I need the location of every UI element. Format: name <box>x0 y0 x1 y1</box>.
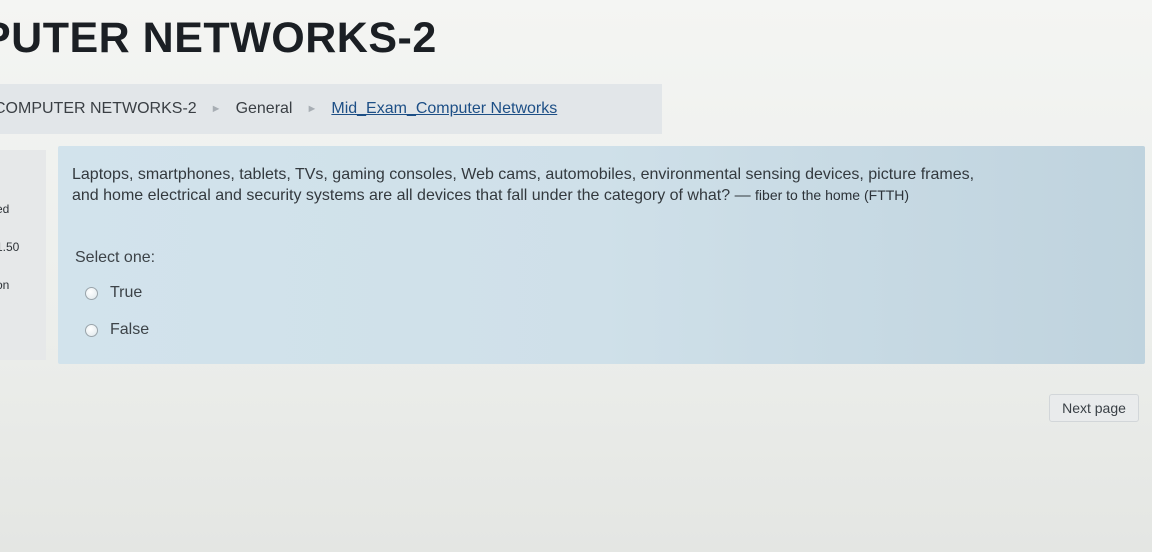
option-true[interactable]: True <box>85 284 142 302</box>
breadcrumb-quiz-link[interactable]: Mid_Exam_Computer Networks <box>331 100 557 118</box>
question-text-line-2: and home electrical and security systems… <box>72 187 731 204</box>
question-answer-note: fiber to the home (FTTH) <box>755 187 910 203</box>
option-false[interactable]: False <box>85 321 149 339</box>
question-text-line-1: Laptops, smartphones, tablets, TVs, gami… <box>72 166 975 183</box>
breadcrumb-separator-icon: ► <box>210 103 222 115</box>
select-one-label: Select one: <box>75 249 156 266</box>
question-text: Laptops, smartphones, tablets, TVs, gami… <box>72 164 1132 206</box>
breadcrumb: COMPUTER NETWORKS-2 ► General ► Mid_Exam… <box>0 84 662 134</box>
arrow-icon: — <box>734 187 751 204</box>
question-box: Laptops, smartphones, tablets, TVs, gami… <box>58 146 1145 364</box>
question-status: ed <box>0 202 10 216</box>
radio-true[interactable] <box>85 286 98 300</box>
option-true-label: True <box>110 284 143 301</box>
option-false-label: False <box>110 321 150 338</box>
breadcrumb-separator-icon: ► <box>306 103 318 115</box>
radio-false[interactable] <box>85 323 98 337</box>
breadcrumb-section-link[interactable]: General <box>236 100 293 118</box>
question-info-panel: ed 1.50 on <box>0 150 46 360</box>
breadcrumb-course-link[interactable]: COMPUTER NETWORKS-2 <box>0 100 197 118</box>
flag-question-link[interactable]: on <box>0 278 9 292</box>
next-page-button[interactable]: Next page <box>1049 394 1139 422</box>
question-marks: 1.50 <box>0 240 20 254</box>
page-title: PUTER NETWORKS-2 <box>0 14 437 62</box>
